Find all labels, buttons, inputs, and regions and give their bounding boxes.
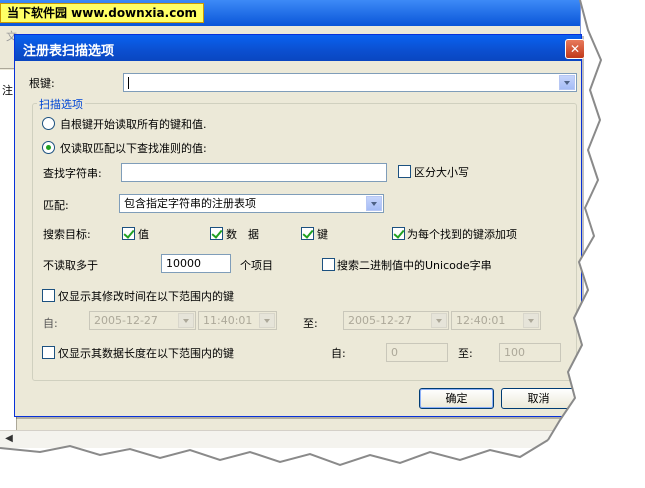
radio-read-all-label[interactable]: 自根键开始读取所有的键和值. [60,116,207,132]
date-to-value: 2005-12-27 [348,314,412,327]
target-value-checkbox[interactable] [122,227,135,240]
time-to-value: 12:40:01 [456,314,506,327]
registry-scan-options-dialog: 注册表扫描选项 ✕ 根键: 扫描选项 自根键开始读取所有的键和值. 仅读取匹配以… [14,34,585,417]
length-from-value: 0 [391,346,398,359]
modified-time-label[interactable]: 仅显示其修改时间在以下范围内的键 [58,288,234,304]
target-data-checkbox[interactable] [210,227,223,240]
data-length-checkbox[interactable] [42,346,55,359]
time-from-picker[interactable]: 11:40:01 [198,311,277,330]
date-from-picker[interactable]: 2005-12-27 [89,311,196,330]
modified-time-checkbox[interactable] [42,289,55,302]
target-value-label[interactable]: 值 [138,226,149,242]
find-string-label: 查找字符串: [43,167,102,180]
time-to-picker[interactable]: 12:40:01 [451,311,541,330]
close-icon: ✕ [569,42,581,56]
time-to-label: 至: [303,317,318,330]
case-sensitive-checkbox[interactable] [398,165,411,178]
unicode-label[interactable]: 搜索二进制值中的Unicode字串 [337,257,492,273]
length-from-label: 自: [331,347,346,360]
target-key-checkbox[interactable] [301,227,314,240]
dialog-title: 注册表扫描选项 [23,44,115,59]
root-key-label: 根键: [29,77,55,90]
root-key-combobox[interactable] [123,73,577,92]
scan-options-group-label: 扫描选项 [37,96,85,112]
watermark-logo: 当下软件园 www.downxia.com [0,3,205,23]
text-cursor [128,77,129,89]
root-key-dropdown-button[interactable] [559,75,575,90]
max-read-input[interactable]: 10000 [161,254,231,273]
radio-read-matching[interactable] [42,141,55,154]
match-value: 包含指定字符串的注册表项 [124,197,256,210]
find-string-input[interactable] [121,163,387,182]
add-each-key-checkbox[interactable] [392,227,405,240]
length-to-label: 至: [458,347,473,360]
ok-button[interactable]: 确定 [419,388,494,409]
length-to-value: 100 [504,346,525,359]
radio-read-matching-label[interactable]: 仅读取匹配以下查找准则的值: [60,140,207,156]
date-to-dropdown-button[interactable] [431,313,447,328]
length-from-input[interactable]: 0 [386,343,448,362]
match-combobox[interactable]: 包含指定字符串的注册表项 [119,194,384,213]
case-sensitive-label[interactable]: 区分大小写 [414,164,469,180]
time-from-value: 11:40:01 [203,314,253,327]
time-from-label: 自: [43,317,58,330]
time-to-spin-button[interactable] [523,313,539,328]
background-content-text: 注 [2,84,13,97]
match-dropdown-button[interactable] [366,196,382,211]
target-key-label[interactable]: 键 [317,226,328,242]
search-target-label: 搜索目标: [43,228,91,241]
length-to-input[interactable]: 100 [499,343,561,362]
dialog-titlebar[interactable]: 注册表扫描选项 [15,35,581,61]
max-read-label: 不读取多于 [43,259,98,272]
match-label: 匹配: [43,199,69,212]
time-from-spin-button[interactable] [259,313,275,328]
unicode-checkbox[interactable] [322,258,335,271]
date-from-dropdown-button[interactable] [178,313,194,328]
scroll-left-icon[interactable]: ◀ [2,432,16,446]
date-from-value: 2005-12-27 [94,314,158,327]
background-horizontal-scrollbar[interactable]: ◀ [0,430,578,448]
cancel-button[interactable]: 取消 [501,388,576,409]
target-data-label[interactable]: 数 据 [226,226,259,242]
max-read-unit: 个项目 [240,259,273,272]
max-read-value: 10000 [166,257,201,270]
close-button[interactable]: ✕ [565,39,585,59]
radio-read-all[interactable] [42,117,55,130]
add-each-key-label[interactable]: 为每个找到的键添加项 [407,226,517,242]
date-to-picker[interactable]: 2005-12-27 [343,311,449,330]
data-length-label[interactable]: 仅显示其数据长度在以下范围内的键 [58,345,234,361]
